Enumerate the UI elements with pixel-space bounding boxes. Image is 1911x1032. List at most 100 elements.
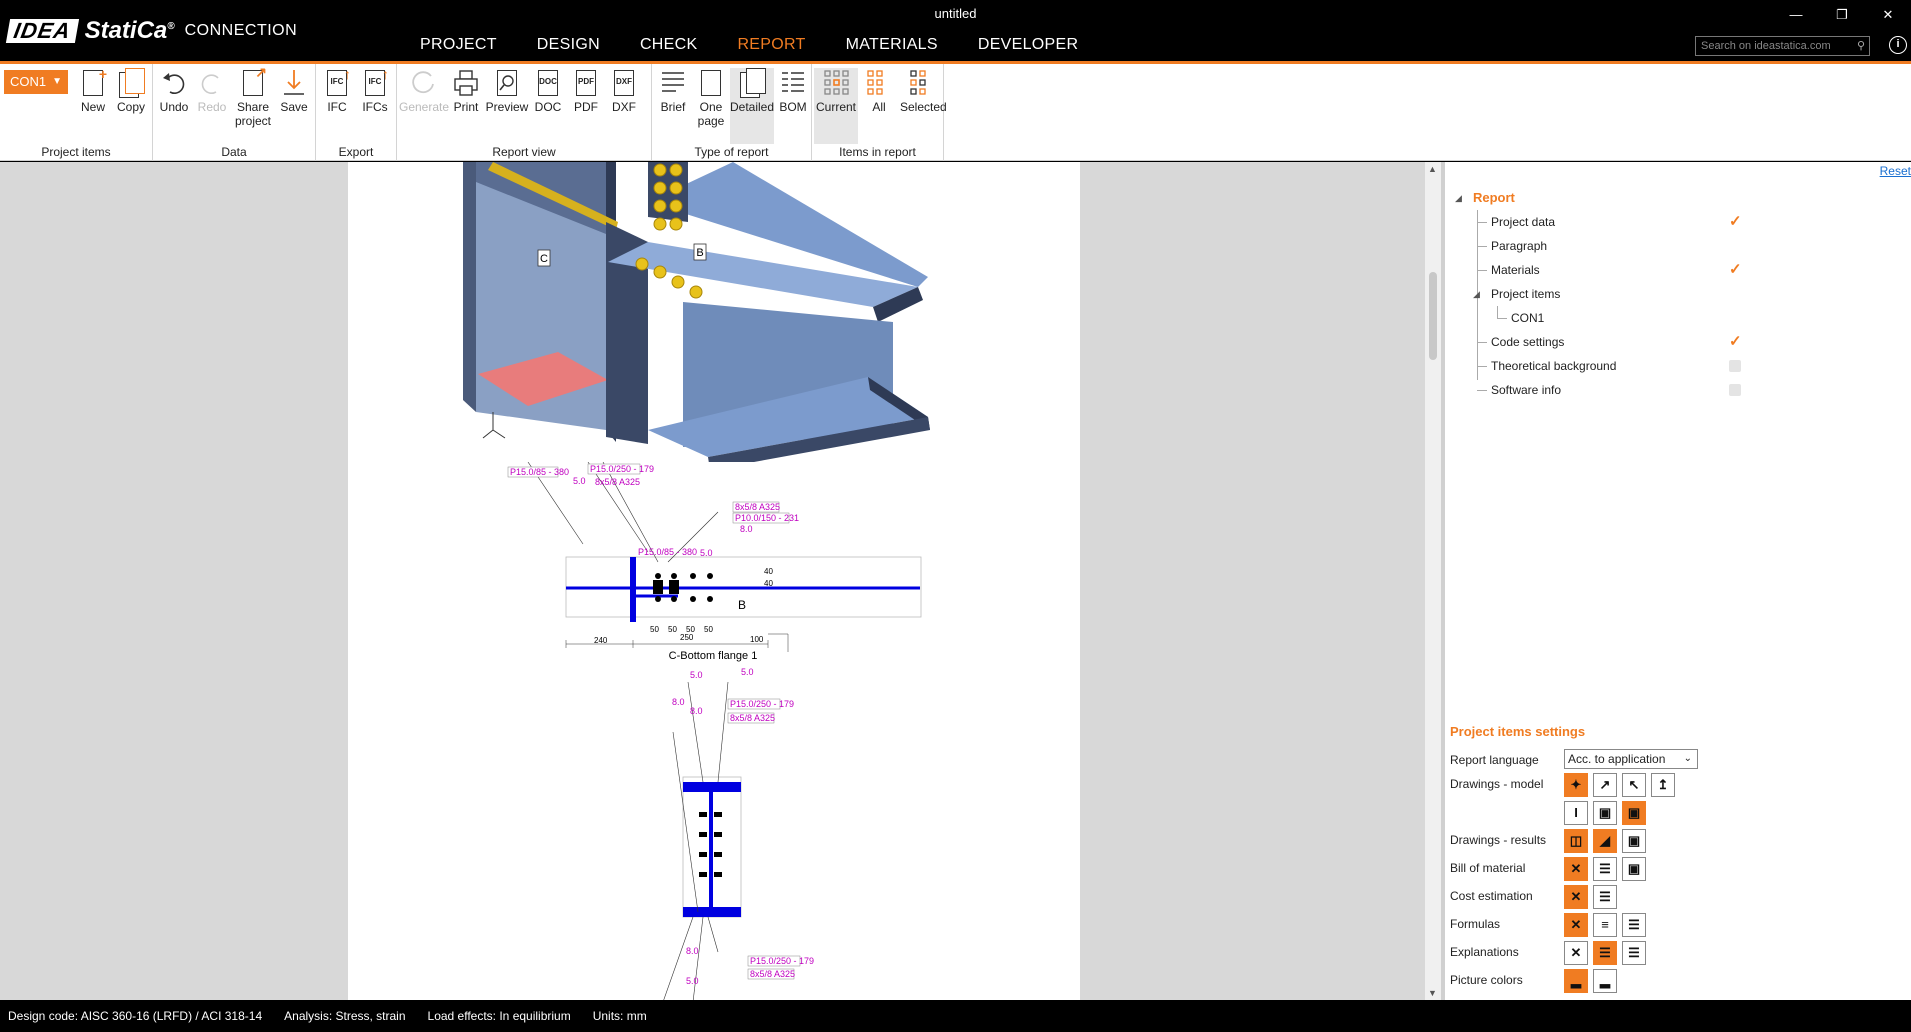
- cost-off-icon[interactable]: ✕: [1564, 885, 1588, 909]
- explanations-full-icon[interactable]: ☰: [1622, 941, 1646, 965]
- redo-button[interactable]: Redo: [193, 68, 231, 114]
- dxf-button[interactable]: DXF DXF: [605, 68, 643, 114]
- tree-item-paragraph[interactable]: Paragraph: [1455, 234, 1911, 258]
- bom-table-icon[interactable]: ☰: [1593, 857, 1617, 881]
- scroll-up-icon[interactable]: ▲: [1428, 164, 1437, 174]
- undo-button[interactable]: Undo: [155, 68, 193, 114]
- close-button[interactable]: ✕: [1865, 0, 1911, 30]
- formulas-short-icon[interactable]: ≡: [1593, 913, 1617, 937]
- formulas-full-icon[interactable]: ☰: [1622, 913, 1646, 937]
- print-button[interactable]: Print: [447, 68, 485, 114]
- window-controls: — ❐ ✕: [1773, 0, 1911, 30]
- bom-label: BOM: [779, 100, 807, 114]
- doc-button[interactable]: DOC DOC: [529, 68, 567, 114]
- tree-item-label: Project items: [1491, 287, 1561, 301]
- tree-item-con1[interactable]: CON1: [1455, 306, 1911, 330]
- colors-icon[interactable]: ▂: [1564, 969, 1588, 993]
- menu-materials[interactable]: MATERIALS: [826, 34, 958, 62]
- image-filled-icon[interactable]: ▣: [1622, 801, 1646, 825]
- all-button[interactable]: All: [860, 68, 898, 114]
- search-input[interactable]: Search on ideastatica.com ⚲: [1695, 36, 1870, 56]
- maximize-button[interactable]: ❐: [1819, 0, 1865, 30]
- selected-label: Selected: [900, 100, 947, 114]
- status-bar: Design code: AISC 360-16 (LRFD) / ACI 31…: [0, 1000, 1911, 1032]
- one-page-label: One page: [697, 100, 725, 128]
- vertical-scrollbar[interactable]: ▲ ▼: [1425, 162, 1441, 1000]
- cost-list-icon[interactable]: ☰: [1593, 885, 1617, 909]
- group-title-report-view: Report view: [492, 145, 556, 159]
- main-menu: PROJECT DESIGN CHECK REPORT MATERIALS DE…: [400, 34, 1098, 62]
- formulas-off-icon[interactable]: ✕: [1564, 913, 1588, 937]
- view-z-icon[interactable]: ↥: [1651, 773, 1675, 797]
- explanations-short-icon[interactable]: ☰: [1593, 941, 1617, 965]
- share-project-button[interactable]: ↗ Share project: [231, 64, 275, 128]
- bom-button[interactable]: BOM: [774, 68, 812, 114]
- save-button[interactable]: Save: [275, 68, 313, 114]
- report-language-select[interactable]: Acc. to application ⌄: [1564, 749, 1698, 769]
- explanations-options: ✕ ☰ ☰: [1564, 941, 1646, 965]
- elev-bolts-1: 8x5/8 A325: [730, 713, 775, 723]
- project-item-selector[interactable]: CON1 ▼: [4, 70, 68, 94]
- menu-project[interactable]: PROJECT: [400, 34, 517, 62]
- search-icon[interactable]: ⚲: [1857, 37, 1865, 55]
- collapse-icon[interactable]: ◢: [1473, 282, 1480, 306]
- menu-design[interactable]: DESIGN: [517, 34, 620, 62]
- dim-100: 100: [750, 635, 764, 644]
- pdf-button[interactable]: PDF PDF: [567, 68, 605, 114]
- ifcs-button[interactable]: IFC ↑ IFCs: [356, 66, 394, 114]
- ifc-button[interactable]: IFC ↑ IFC: [318, 66, 356, 114]
- checkbox-software-info[interactable]: [1729, 384, 1741, 396]
- elev-weld-3: 8.0: [672, 697, 685, 707]
- dim-50-a: 50: [650, 625, 659, 634]
- checkbox-theoretical-background[interactable]: [1729, 360, 1741, 372]
- generate-button[interactable]: Generate: [399, 68, 449, 114]
- new-button[interactable]: + New: [74, 66, 112, 114]
- group-title-data: Data: [221, 145, 247, 159]
- reset-link[interactable]: Reset: [1880, 164, 1911, 178]
- brief-button[interactable]: Brief: [654, 68, 692, 114]
- section-icon[interactable]: I: [1564, 801, 1588, 825]
- grayscale-icon[interactable]: ▂: [1593, 969, 1617, 993]
- info-icon[interactable]: i: [1889, 36, 1907, 54]
- explanations-off-icon[interactable]: ✕: [1564, 941, 1588, 965]
- menu-check[interactable]: CHECK: [620, 34, 718, 62]
- traffic-light-icon[interactable]: ◫: [1564, 829, 1588, 853]
- group-report-view: Generate Print Preview DOC DOC PDF PDF D…: [397, 64, 652, 161]
- view-3d-icon[interactable]: ✦: [1564, 773, 1588, 797]
- group-export: IFC ↑ IFC IFC ↑ IFCs Export: [316, 64, 397, 161]
- tree-item-software-info[interactable]: Software info: [1455, 378, 1911, 402]
- stress-map-icon[interactable]: ◢: [1593, 829, 1617, 853]
- tree-item-theoretical-background[interactable]: Theoretical background: [1455, 354, 1911, 378]
- checkbox-project-data[interactable]: ✓: [1729, 214, 1742, 229]
- scroll-down-icon[interactable]: ▼: [1428, 988, 1437, 998]
- current-button[interactable]: Current: [814, 68, 858, 144]
- selected-button[interactable]: Selected: [900, 68, 947, 114]
- checkbox-materials[interactable]: ✓: [1729, 262, 1742, 277]
- view-y-icon[interactable]: ↖: [1622, 773, 1646, 797]
- tree-root[interactable]: ◢ Report: [1455, 186, 1911, 210]
- results-image-icon[interactable]: ▣: [1622, 829, 1646, 853]
- tree-item-materials[interactable]: Materials ✓: [1455, 258, 1911, 282]
- doc-label: DOC: [534, 100, 562, 114]
- image-icon[interactable]: ▣: [1593, 801, 1617, 825]
- bom-image-icon[interactable]: ▣: [1622, 857, 1646, 881]
- one-page-button[interactable]: One page: [692, 68, 730, 128]
- view-x-icon[interactable]: ↗: [1593, 773, 1617, 797]
- menu-developer[interactable]: DEVELOPER: [958, 34, 1099, 62]
- preview-button[interactable]: Preview: [485, 68, 529, 114]
- detailed-button[interactable]: Detailed: [730, 68, 774, 144]
- menu-report[interactable]: REPORT: [717, 34, 825, 62]
- minimize-button[interactable]: —: [1773, 0, 1819, 30]
- scrollbar-thumb[interactable]: [1429, 272, 1437, 360]
- bom-off-icon[interactable]: ✕: [1564, 857, 1588, 881]
- tree-item-project-items[interactable]: ◢ Project items: [1455, 282, 1911, 306]
- copy-button[interactable]: Copy: [112, 68, 150, 114]
- tree-item-code-settings[interactable]: Code settings ✓: [1455, 330, 1911, 354]
- tree-item-project-data[interactable]: Project data ✓: [1455, 210, 1911, 234]
- report-viewer[interactable]: C B P15.0/85 - 380 P15.0/250 - 179 5.0 8…: [0, 162, 1425, 1000]
- collapse-icon[interactable]: ◢: [1455, 186, 1462, 210]
- drawings-model-options: ✦ ↗ ↖ ↥: [1564, 773, 1675, 797]
- checkbox-code-settings[interactable]: ✓: [1729, 334, 1742, 349]
- copy-icon: [117, 68, 145, 98]
- title-bar: IDEA StatiCa® CONNECTION untitled — ❐ ✕ …: [0, 0, 1911, 64]
